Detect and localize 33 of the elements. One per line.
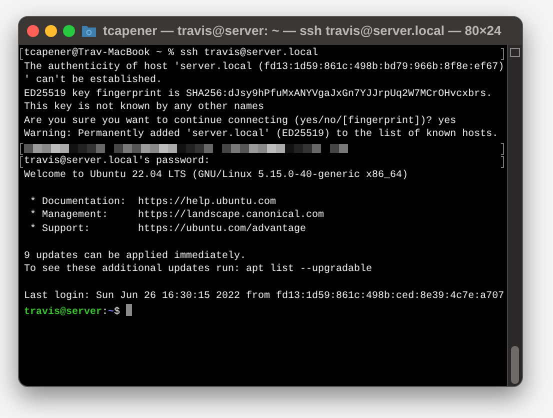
terminal-line: 9 updates can be applied immediately. [24,250,246,262]
terminal-line: ED25519 key fingerprint is SHA256:dJsy9hPfuMxANYVgaJxGn7YJJrpUq2W7MCrOHvcxbrs. [24,88,492,100]
split-pane-icon[interactable] [510,48,520,57]
folder-icon [81,24,97,38]
terminal-line: ' can't be established. [24,75,162,86]
terminal-line: * Documentation: https://help.ubuntu.com [29,196,276,208]
terminal-line: * Support: https://ubuntu.com/advantage [29,224,306,234]
line-mark [20,142,23,154]
terminal-line: travis@server.local's password: [24,156,210,167]
terminal-line: Welcome to Ubuntu 22.04 LTS (GNU/Linux 5.15.0-40-generic x86_64) [24,170,408,180]
text-cursor [126,304,132,316]
prompt-user: travis@server [24,306,102,318]
terminal-line: tcapener@Trav-MacBook ~ % ssh travis@server.local [24,48,318,59]
line-mark [20,156,23,168]
prompt-path: ~ [108,306,114,318]
scrollbar-thumb[interactable] [511,346,519,384]
line-mark [501,142,504,154]
terminal-line: To see these additional updates run: apt list --upgradable [24,264,372,275]
zoom-button[interactable] [63,25,75,37]
terminal-line: Warning: Permanently added 'server.local' (ED25519) to the list of known hosts. [24,129,498,140]
line-mark [501,156,504,168]
terminal-line: * Management: https://landscape.canonical.com [29,210,324,221]
line-mark [501,48,504,60]
minimize-button[interactable] [45,25,57,37]
close-button[interactable] [27,25,39,37]
prompt-separator: : [102,306,108,318]
terminal-line: Last login: Sun Jun 26 16:30:15 2022 from fd13:1d59:861c:498b:ced:8e39:4c7e:a707 [24,291,504,302]
window-title: tcapener — travis@server: ~ — ssh travis@server.local — 80×24 [103,22,502,40]
terminal-line: This key is not known by any other names [24,102,264,113]
terminal-line: Are you sure you want to continue connecting (yes/no/[fingerprint])? yes [24,116,456,126]
terminal-line: The authenticity of host 'server.local (fd13:1d59:861c:498b:bd79:966b:8f8e:ef67) [24,62,504,72]
line-mark [20,48,23,60]
prompt-symbol: $ [114,306,120,318]
